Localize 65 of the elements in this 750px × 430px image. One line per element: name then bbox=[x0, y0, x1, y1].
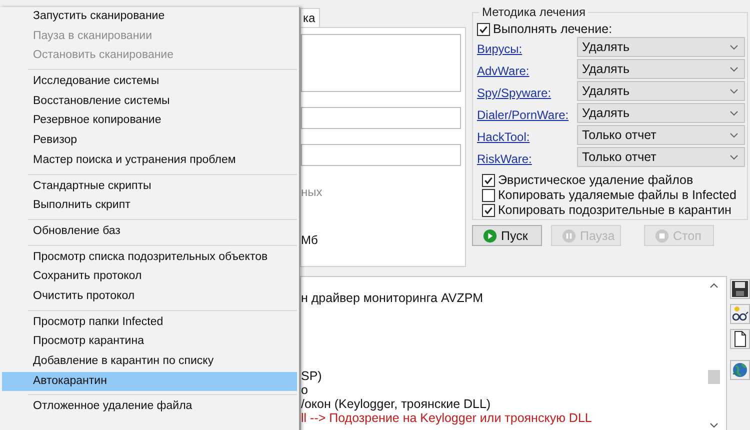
category-link[interactable]: RiskWare: bbox=[477, 152, 577, 167]
category-link[interactable]: Dialer/PornWare: bbox=[477, 108, 577, 123]
menu-item[interactable]: Сохранить протокол bbox=[2, 267, 297, 287]
checkbox-label: Копировать удаляемые файлы в Infected bbox=[498, 188, 736, 203]
globe-icon[interactable] bbox=[730, 360, 750, 380]
save-icon[interactable] bbox=[730, 279, 750, 299]
menu-item[interactable]: Мастер поиска и устранения проблем bbox=[2, 150, 297, 170]
caret-icon bbox=[730, 154, 738, 160]
checkbox[interactable] bbox=[477, 22, 490, 36]
category-link[interactable]: HackTool: bbox=[477, 130, 577, 145]
checkbox-label: Копировать подозрительные в карантин bbox=[498, 203, 732, 218]
input-field[interactable] bbox=[301, 144, 461, 166]
glasses-icon[interactable] bbox=[730, 304, 750, 324]
menu-item[interactable]: Обновление баз bbox=[2, 222, 297, 242]
checkbox[interactable] bbox=[482, 189, 495, 202]
play-icon bbox=[483, 228, 497, 242]
log-line: /окон (Keylogger, троянские DLL) bbox=[301, 397, 492, 411]
input-field[interactable] bbox=[301, 107, 461, 129]
menu-item[interactable]: Добавление в карантин по списку bbox=[2, 352, 297, 372]
pause-icon bbox=[562, 228, 576, 242]
action-dropdown[interactable]: Удалять bbox=[577, 37, 745, 57]
menu-item[interactable]: Просмотр карантина bbox=[2, 332, 297, 352]
menu-item[interactable]: Исследование системы bbox=[2, 72, 297, 92]
action-dropdown[interactable]: Удалять bbox=[577, 103, 745, 123]
caret-icon bbox=[730, 110, 738, 116]
category-link[interactable]: Spy/Spyware: bbox=[477, 86, 577, 101]
log-line: о bbox=[301, 383, 309, 397]
tab[interactable]: ка bbox=[300, 8, 320, 27]
caret-icon bbox=[730, 132, 738, 138]
page-icon[interactable] bbox=[730, 329, 750, 349]
group-title: Методика лечения bbox=[479, 5, 588, 19]
menu-item[interactable]: Запустить сканирование bbox=[2, 7, 297, 27]
checkbox[interactable] bbox=[482, 174, 495, 187]
scroll-thumb[interactable] bbox=[708, 370, 720, 384]
label-text: ных bbox=[301, 185, 322, 199]
menu-item[interactable]: Очистить протокол bbox=[2, 286, 297, 307]
menu-item[interactable]: Восстановление системы bbox=[2, 92, 297, 112]
log-line: SP) bbox=[301, 369, 323, 383]
checkbox-label: Эвристическое удаление файлов bbox=[498, 173, 694, 188]
action-dropdown[interactable]: Только отчет bbox=[577, 125, 745, 145]
checkbox[interactable] bbox=[482, 204, 495, 217]
action-dropdown[interactable]: Только отчет bbox=[577, 147, 745, 167]
checkbox-label: Выполнять лечение: bbox=[493, 22, 612, 36]
menu-item[interactable]: Резервное копирование bbox=[2, 111, 297, 132]
action-dropdown[interactable]: Удалять bbox=[577, 59, 745, 79]
caret-icon bbox=[730, 88, 738, 94]
menu-item[interactable]: Отложенное удаление файла bbox=[2, 397, 297, 418]
menu-item[interactable]: Автокарантин bbox=[2, 372, 297, 392]
category-link[interactable]: Вирусы: bbox=[477, 42, 577, 57]
menu-item[interactable]: Просмотр списка подозрительных объектов bbox=[2, 248, 297, 268]
caret-icon bbox=[730, 44, 738, 50]
scroll-up-icon[interactable] bbox=[710, 283, 718, 288]
menu-item[interactable]: Стандартные скрипты bbox=[2, 176, 297, 196]
action-dropdown[interactable]: Удалять bbox=[577, 81, 745, 101]
start-button[interactable]: Пуск bbox=[472, 225, 542, 246]
menu-item[interactable]: Ревизор bbox=[2, 131, 297, 151]
menu-item[interactable]: Выполнить скрипт bbox=[2, 196, 297, 216]
label-text: Мб bbox=[301, 233, 318, 247]
category-link[interactable]: AdvWare: bbox=[477, 64, 577, 79]
log-line: н драйвер мониторинга AVZPM bbox=[301, 291, 484, 305]
caret-icon bbox=[730, 66, 738, 72]
log-line: ll --> Подозрение на Keylogger или троянскую DLL bbox=[301, 411, 593, 425]
scroll-down-icon[interactable] bbox=[710, 423, 718, 428]
stop-icon bbox=[655, 228, 669, 242]
menu-item[interactable]: Просмотр папки Infected bbox=[2, 312, 297, 332]
